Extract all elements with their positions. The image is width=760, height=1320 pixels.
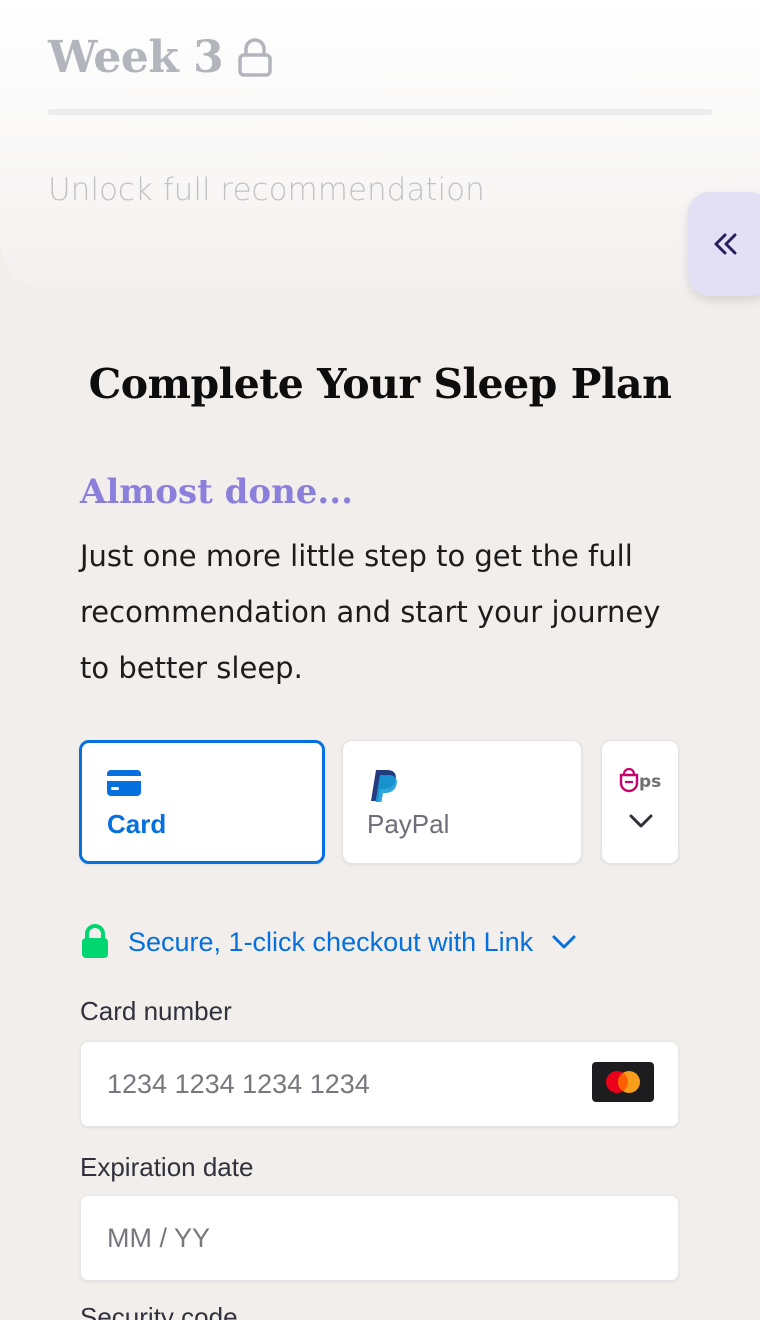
paypal-icon — [367, 769, 399, 807]
week-divider — [48, 109, 712, 115]
page: Week 3 Unlock full recommendation Comple… — [0, 0, 760, 1320]
chevron-down-icon — [551, 934, 577, 950]
payment-tab-label: Card — [107, 809, 167, 839]
svg-text:ps: ps — [639, 772, 661, 792]
credit-card-icon — [107, 770, 141, 800]
payment-tab-more[interactable]: ps — [601, 740, 679, 864]
collapse-panel-button[interactable] — [688, 192, 760, 296]
link-checkout-text: Secure, 1-click checkout with Link — [128, 926, 534, 957]
eps-icon: ps — [619, 765, 663, 801]
chevron-down-icon — [628, 813, 654, 833]
card-number-input[interactable] — [80, 1041, 679, 1127]
page-title: Complete Your Sleep Plan — [88, 360, 672, 408]
almost-done-heading: Almost done... — [80, 472, 353, 512]
expiration-date-input[interactable] — [80, 1195, 679, 1281]
link-checkout-toggle[interactable]: Secure, 1-click checkout with Link — [80, 924, 577, 960]
double-chevron-left-icon — [712, 232, 738, 256]
intro-paragraph: Just one more little step to get the ful… — [80, 539, 661, 685]
week-header: Week 3 — [48, 32, 273, 83]
expiration-date-label: Expiration date — [80, 1152, 254, 1182]
unlock-recommendation-text: Unlock full recommendation — [48, 172, 485, 208]
payment-tab-paypal[interactable]: PayPal — [342, 740, 582, 864]
lock-icon — [80, 924, 110, 960]
payment-tab-label: PayPal — [367, 809, 450, 839]
lock-icon — [237, 37, 273, 78]
security-code-label: Security code — [80, 1302, 238, 1320]
locked-week-card: Week 3 Unlock full recommendation — [0, 0, 760, 290]
payment-tab-card[interactable]: Card — [79, 740, 325, 864]
mastercard-icon — [592, 1062, 654, 1102]
card-number-label: Card number — [80, 996, 232, 1026]
week-title: Week 3 — [48, 32, 224, 83]
